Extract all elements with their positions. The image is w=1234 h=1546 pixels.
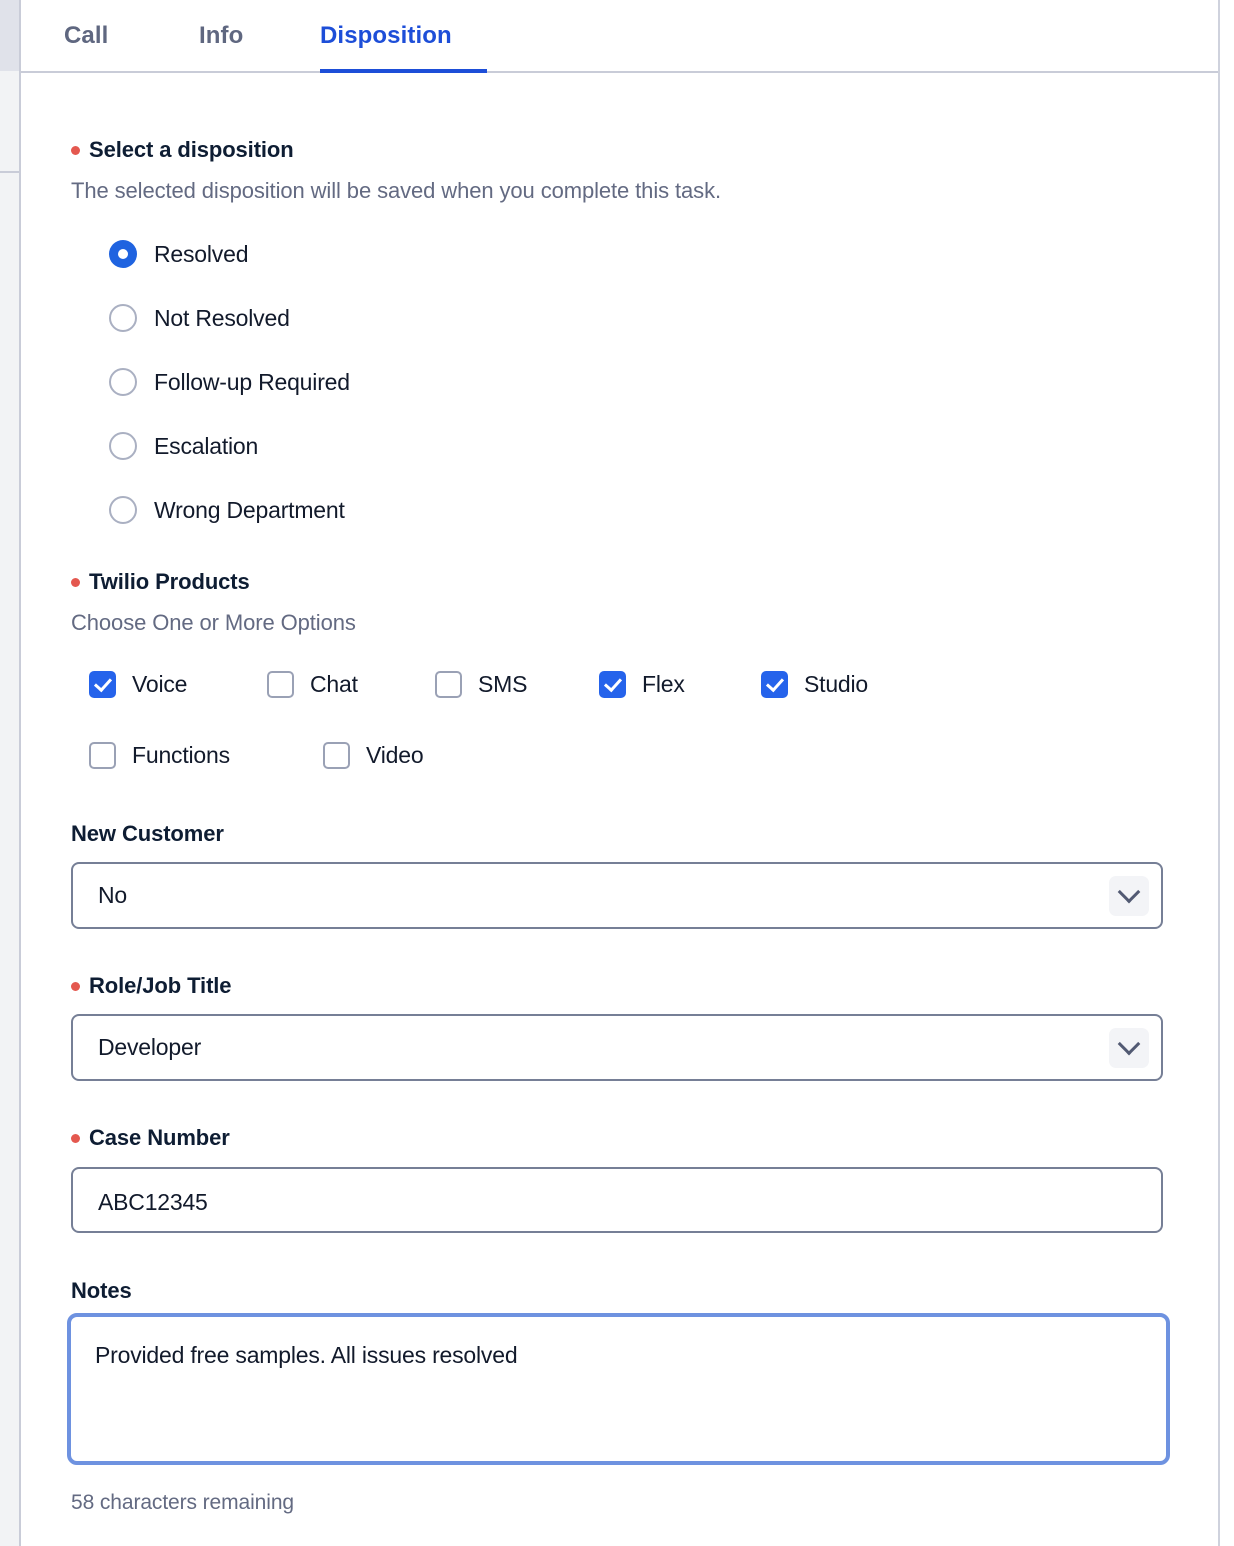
checkbox-label-voice: Voice	[132, 671, 188, 697]
radio-icon-wrong-department[interactable]	[109, 496, 137, 524]
new-customer-label-text: New Customer	[71, 821, 224, 846]
case-number-input[interactable]: ABC12345	[71, 1167, 1163, 1233]
checkbox-icon-sms[interactable]	[435, 671, 462, 698]
case-number-label-text: Case Number	[89, 1125, 230, 1150]
disposition-label-text: Select a disposition	[89, 137, 294, 162]
chevron-down-icon[interactable]	[1109, 1027, 1149, 1068]
radio-label-not-resolved: Not Resolved	[154, 304, 290, 331]
checkbox-icon-flex[interactable]	[599, 671, 626, 698]
radio-option-escalation[interactable]: Escalation	[109, 429, 258, 463]
tab-active-indicator	[320, 69, 487, 73]
radio-label-resolved: Resolved	[154, 240, 249, 267]
notes-textarea[interactable]: Provided free samples. All issues resolv…	[67, 1313, 1170, 1465]
role-select[interactable]: Developer	[71, 1014, 1163, 1081]
tab-bar: Call Info Disposition	[21, 0, 1218, 73]
radio-icon-resolved[interactable]	[109, 240, 137, 268]
role-label-text: Role/Job Title	[89, 973, 232, 998]
radio-label-escalation: Escalation	[154, 432, 259, 459]
radio-label-wrong-department: Wrong Department	[154, 496, 345, 523]
radio-option-not-resolved[interactable]: Not Resolved	[109, 301, 290, 335]
checkbox-icon-studio[interactable]	[761, 671, 788, 698]
disposition-panel: Call Info Disposition Select a dispositi…	[0, 0, 1234, 1546]
radio-option-resolved[interactable]: Resolved	[109, 237, 248, 271]
checkbox-icon-video[interactable]	[323, 742, 350, 769]
products-label: Twilio Products	[71, 569, 250, 595]
checkbox-option-functions[interactable]: Functions	[89, 742, 230, 769]
checkbox-option-flex[interactable]: Flex	[599, 671, 685, 698]
notes-character-counter: 58 characters remaining	[71, 1491, 294, 1514]
role-label: Role/Job Title	[71, 973, 232, 999]
role-value: Developer	[98, 1034, 202, 1060]
left-rail-divider	[0, 171, 19, 173]
radio-icon-not-resolved[interactable]	[109, 304, 137, 332]
notes-value: Provided free samples. All issues resolv…	[95, 1342, 518, 1368]
tab-disposition[interactable]: Disposition	[320, 0, 452, 71]
required-dot-icon	[71, 981, 80, 991]
left-rail	[0, 0, 21, 1546]
new-customer-label: New Customer	[71, 821, 224, 847]
checkbox-label-functions: Functions	[132, 742, 230, 768]
products-help-text: Choose One or More Options	[71, 610, 356, 635]
checkbox-icon-voice[interactable]	[89, 671, 116, 698]
checkbox-label-chat: Chat	[310, 671, 358, 697]
checkbox-icon-chat[interactable]	[267, 671, 294, 698]
radio-icon-follow-up-required[interactable]	[109, 368, 137, 396]
checkbox-option-video[interactable]: Video	[323, 742, 424, 769]
radio-label-follow-up-required: Follow-up Required	[154, 368, 350, 395]
radio-option-follow-up-required[interactable]: Follow-up Required	[109, 365, 350, 399]
chevron-down-icon[interactable]	[1109, 875, 1149, 916]
required-dot-icon	[71, 145, 80, 155]
new-customer-select[interactable]: No	[71, 862, 1163, 929]
left-rail-top-block	[0, 0, 19, 71]
notes-label: Notes	[71, 1278, 132, 1304]
radio-icon-escalation[interactable]	[109, 432, 137, 460]
checkbox-option-studio[interactable]: Studio	[761, 671, 868, 698]
case-number-label: Case Number	[71, 1125, 230, 1151]
disposition-label: Select a disposition	[71, 137, 294, 163]
checkbox-icon-functions[interactable]	[89, 742, 116, 769]
checkbox-label-sms: SMS	[478, 671, 528, 697]
required-dot-icon	[71, 1133, 80, 1143]
panel-right-border	[1218, 0, 1220, 1546]
checkbox-option-voice[interactable]: Voice	[89, 671, 187, 698]
new-customer-value: No	[98, 882, 128, 908]
products-label-text: Twilio Products	[89, 569, 250, 594]
tab-info[interactable]: Info	[199, 0, 243, 71]
checkbox-option-chat[interactable]: Chat	[267, 671, 358, 698]
checkbox-option-sms[interactable]: SMS	[435, 671, 527, 698]
checkbox-label-studio: Studio	[804, 671, 869, 697]
radio-option-wrong-department[interactable]: Wrong Department	[109, 493, 345, 527]
disposition-form: Select a disposition The selected dispos…	[21, 73, 1218, 1546]
checkbox-label-video: Video	[366, 742, 424, 768]
case-number-value: ABC12345	[98, 1189, 208, 1215]
required-dot-icon	[71, 577, 80, 587]
notes-label-text: Notes	[71, 1278, 132, 1303]
disposition-help-text: The selected disposition will be saved w…	[71, 178, 721, 203]
tab-call[interactable]: Call	[64, 0, 108, 71]
checkbox-label-flex: Flex	[642, 671, 685, 697]
